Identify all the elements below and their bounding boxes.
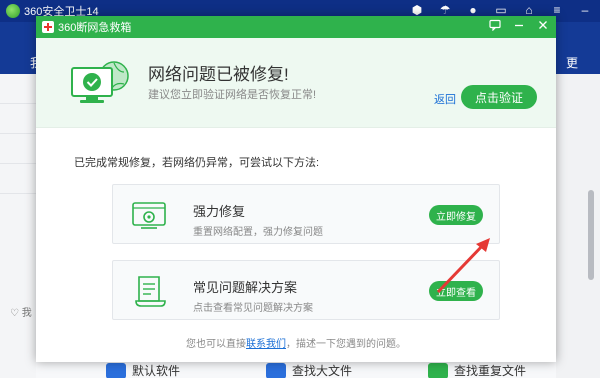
gear-icon	[106, 362, 126, 378]
avatar-icon[interactable]: ●	[466, 3, 480, 17]
minimize-icon[interactable]: –	[578, 3, 592, 17]
contact-footer: 您也可以直接联系我们，描述一下您遇到的问题。	[36, 335, 556, 350]
contact-us-link[interactable]: 联系我们	[246, 339, 286, 350]
network-fixed-illustration-icon	[71, 61, 129, 103]
verify-button[interactable]: 点击验证	[461, 85, 537, 109]
background-titlebar-icons: ⬢ ☂ ● ▭ ⌂ ≡ –	[410, 3, 592, 17]
tool-label: 查找大文件	[292, 364, 353, 378]
card-description: 重置网络配置，强力修复问题	[193, 227, 323, 238]
document-scroll-icon	[135, 276, 166, 307]
tool-default-software[interactable]: 默认软件	[106, 362, 180, 378]
first-aid-icon	[42, 21, 54, 33]
background-sidebar: ♡ 我	[0, 74, 36, 378]
tool-label: 查找重复文件	[454, 364, 527, 378]
repair-status-title: 网络问题已被修复!	[148, 65, 289, 84]
further-options-hint: 已完成常规修复，若网络仍异常，可尝试以下方法:	[74, 157, 320, 169]
shield-icon[interactable]: ⬢	[410, 3, 424, 17]
tool-find-duplicate-files[interactable]: 查找重复文件	[428, 362, 526, 378]
like-label: ♡ 我	[10, 308, 32, 319]
like-text: 我	[21, 308, 32, 319]
close-icon[interactable]	[536, 19, 550, 33]
menu-icon[interactable]: ≡	[550, 3, 564, 17]
360-logo-icon	[6, 4, 20, 18]
background-bottom-tools: 默认软件 查找大文件 查找重复文件	[36, 362, 556, 378]
dialog-title: 360断网急救箱	[58, 22, 132, 34]
sidebar-row[interactable]	[0, 74, 36, 104]
annotation-arrow-icon	[436, 238, 490, 294]
network-rescue-dialog: 360断网急救箱 网络问题已被修复! 建议您立即验证网络是否恢复正常! 返回 点…	[36, 16, 556, 362]
tool-label: 默认软件	[132, 364, 181, 378]
background-right-panel	[556, 74, 600, 378]
sidebar-row[interactable]	[0, 134, 36, 164]
chat-icon[interactable]: ▭	[494, 3, 508, 17]
umbrella-icon[interactable]: ☂	[438, 3, 452, 17]
card-title: 强力修复	[193, 204, 246, 219]
card-description: 点击查看常见问题解决方案	[193, 303, 313, 314]
card-title: 常见问题解决方案	[193, 280, 298, 295]
duplicate-file-icon	[428, 362, 448, 378]
dialog-header: 网络问题已被修复! 建议您立即验证网络是否恢复正常! 返回 点击验证	[36, 38, 556, 128]
sidebar-row[interactable]	[0, 104, 36, 134]
back-link[interactable]: 返回	[434, 91, 456, 107]
repair-now-button[interactable]: 立即修复	[429, 205, 483, 225]
repair-status-subtitle: 建议您立即验证网络是否恢复正常!	[148, 89, 317, 101]
computer-repair-icon	[132, 202, 166, 229]
footer-prefix: 您也可以直接	[186, 339, 246, 350]
nav-item-fragment-right[interactable]: 更	[566, 54, 578, 71]
scrollbar-thumb[interactable]	[588, 190, 594, 280]
feedback-icon[interactable]	[488, 19, 502, 33]
file-list-icon	[266, 362, 286, 378]
sidebar-row[interactable]	[0, 164, 36, 194]
dialog-titlebar: 360断网急救箱	[36, 16, 556, 38]
dialog-window-controls	[488, 19, 550, 33]
shirt-icon[interactable]: ⌂	[522, 3, 536, 17]
tool-find-large-files[interactable]: 查找大文件	[266, 362, 352, 378]
footer-suffix: ，描述一下您遇到的问题。	[286, 339, 406, 350]
minimize-icon[interactable]	[512, 19, 526, 33]
